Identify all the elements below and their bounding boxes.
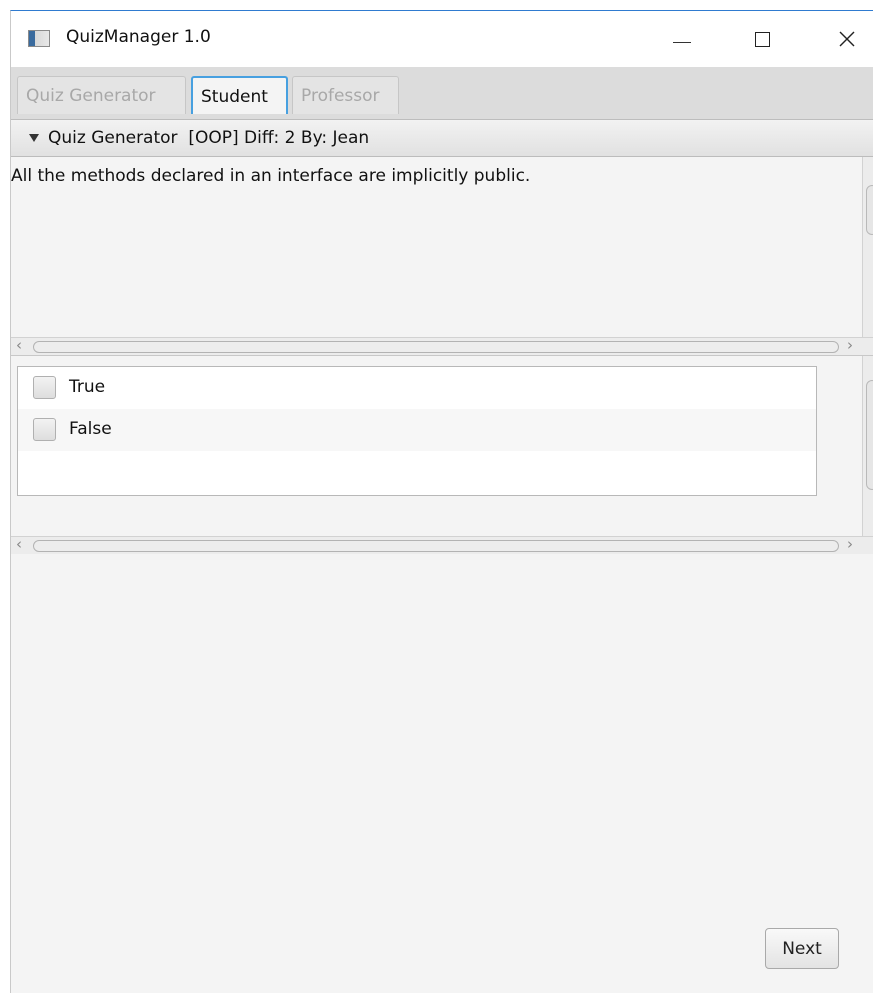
answers-list: True False bbox=[17, 366, 817, 496]
title-bar[interactable]: QuizManager 1.0 bbox=[11, 11, 873, 67]
app-window-icon bbox=[28, 30, 50, 47]
close-icon bbox=[839, 31, 855, 47]
answer-label: True bbox=[69, 377, 106, 397]
answers-scroll-pane[interactable]: True False ‹ › bbox=[11, 355, 873, 555]
maximize-button[interactable] bbox=[739, 11, 785, 67]
window-title: QuizManager 1.0 bbox=[66, 27, 211, 47]
tab-bar: Quiz Generator Student Professor bbox=[11, 67, 873, 120]
answers-horizontal-scrollbar[interactable]: ‹ › bbox=[11, 535, 873, 554]
minimize-button[interactable] bbox=[659, 11, 705, 67]
answer-option-true[interactable]: True bbox=[18, 367, 816, 409]
app-window: QuizManager 1.0 Quiz Generator Student P… bbox=[10, 10, 873, 993]
question-vertical-scrollbar[interactable] bbox=[862, 157, 873, 337]
tab-professor[interactable]: Professor bbox=[292, 76, 399, 114]
titled-pane-header[interactable]: Quiz Generator [OOP] Diff: 2 By: Jean bbox=[11, 120, 873, 157]
tab-quiz-generator[interactable]: Quiz Generator bbox=[17, 76, 186, 114]
answer-checkbox[interactable] bbox=[33, 418, 56, 441]
maximize-icon bbox=[754, 31, 770, 47]
answer-checkbox[interactable] bbox=[33, 376, 56, 399]
answer-label: False bbox=[69, 419, 112, 439]
next-button[interactable]: Next bbox=[765, 928, 839, 969]
close-button[interactable] bbox=[824, 11, 870, 67]
minimize-icon bbox=[673, 41, 691, 43]
scrollbar-thumb[interactable] bbox=[33, 540, 839, 552]
scrollbar-thumb[interactable] bbox=[866, 380, 873, 490]
scroll-right-icon[interactable]: › bbox=[847, 535, 853, 553]
question-scroll-pane[interactable]: All the methods declared in an interface… bbox=[11, 157, 873, 355]
scrollbar-thumb[interactable] bbox=[33, 341, 839, 353]
answer-option-false[interactable]: False bbox=[18, 409, 816, 451]
scrollbar-thumb[interactable] bbox=[866, 185, 873, 235]
scroll-right-icon[interactable]: › bbox=[847, 336, 853, 354]
scroll-left-icon[interactable]: ‹ bbox=[16, 336, 22, 354]
tab-student[interactable]: Student bbox=[191, 76, 288, 114]
answers-vertical-scrollbar[interactable] bbox=[862, 356, 873, 536]
collapse-arrow-icon bbox=[29, 134, 39, 142]
scroll-left-icon[interactable]: ‹ bbox=[16, 535, 22, 553]
question-text: All the methods declared in an interface… bbox=[11, 166, 531, 186]
pane-title: Quiz Generator [OOP] Diff: 2 By: Jean bbox=[48, 128, 370, 148]
question-horizontal-scrollbar[interactable]: ‹ › bbox=[11, 336, 873, 355]
